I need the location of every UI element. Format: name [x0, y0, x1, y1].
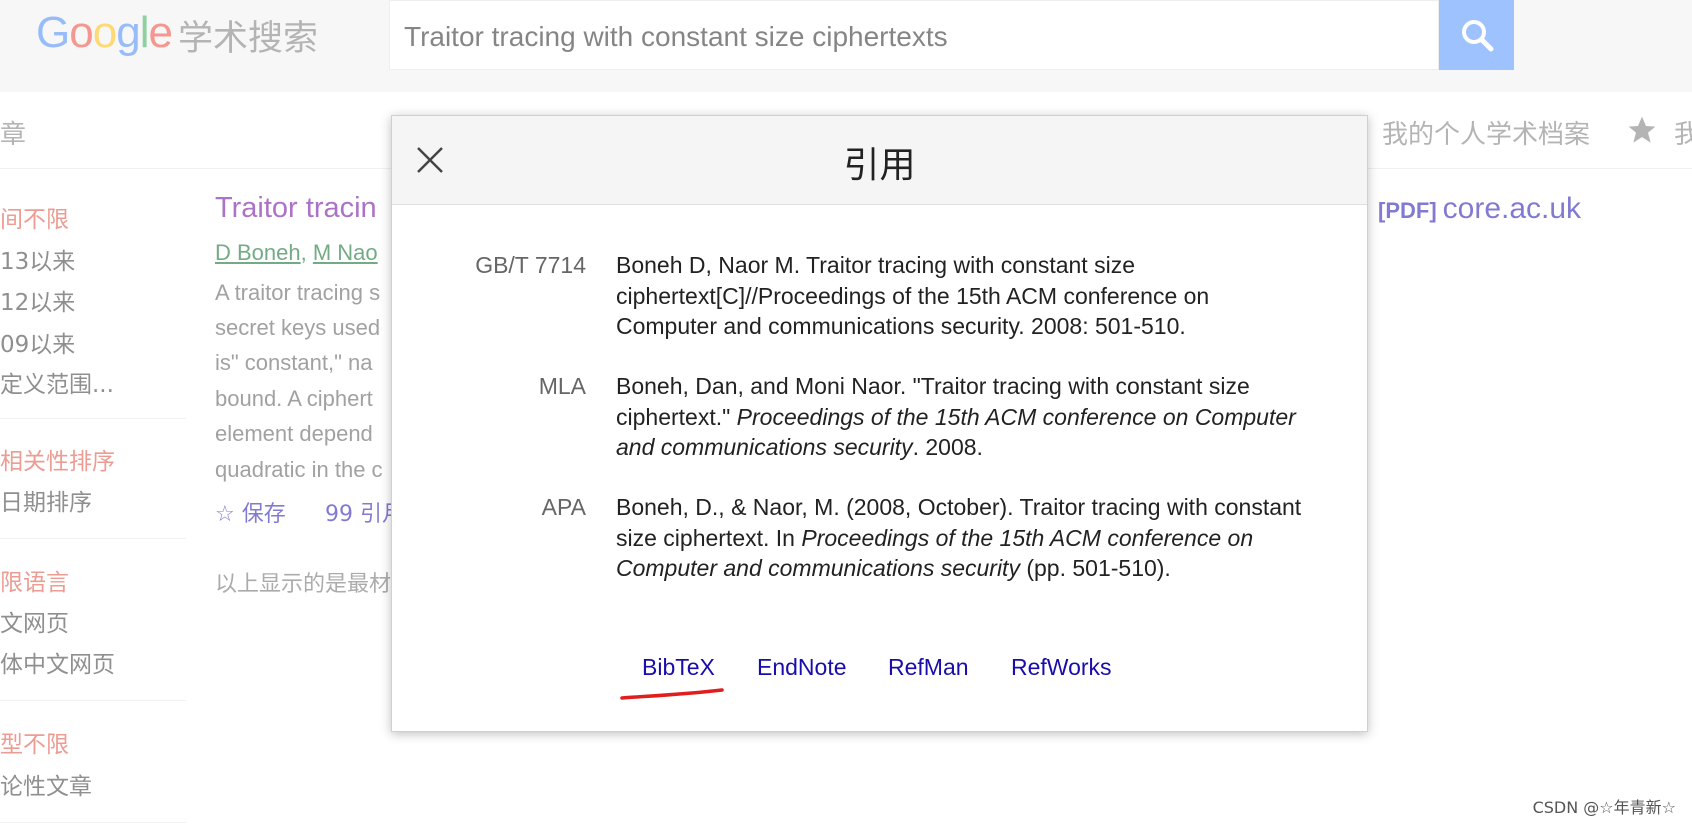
citation-text[interactable]: Boneh, Dan, and Moni Naor. "Traitor trac…	[616, 371, 1306, 463]
dialog-header: 引用	[392, 116, 1367, 205]
citation-text[interactable]: Boneh D, Naor M. Traitor tracing with co…	[616, 250, 1306, 342]
close-icon[interactable]	[414, 144, 446, 176]
red-annotation-underline	[620, 688, 724, 700]
export-endnote-link[interactable]: EndNote	[757, 654, 847, 681]
export-bibtex-link[interactable]: BibTeX	[642, 654, 715, 681]
citation-format-label: APA	[541, 494, 586, 520]
citation-text[interactable]: Boneh, D., & Naor, M. (2008, October). T…	[616, 492, 1306, 584]
citation-text-part: . 2008.	[912, 434, 983, 460]
cite-dialog: 引用 GB/T 7714 Boneh D, Naor M. Traitor tr…	[391, 115, 1368, 732]
export-refman-link[interactable]: RefMan	[888, 654, 969, 681]
citation-format-label: MLA	[538, 373, 586, 399]
watermark: CSDN @☆年青新☆	[1532, 798, 1676, 817]
citation-text-part: (pp. 501-510).	[1019, 555, 1171, 581]
export-refworks-link[interactable]: RefWorks	[1011, 654, 1112, 681]
dialog-title: 引用	[843, 145, 916, 186]
citation-format-label: GB/T 7714	[475, 252, 586, 278]
